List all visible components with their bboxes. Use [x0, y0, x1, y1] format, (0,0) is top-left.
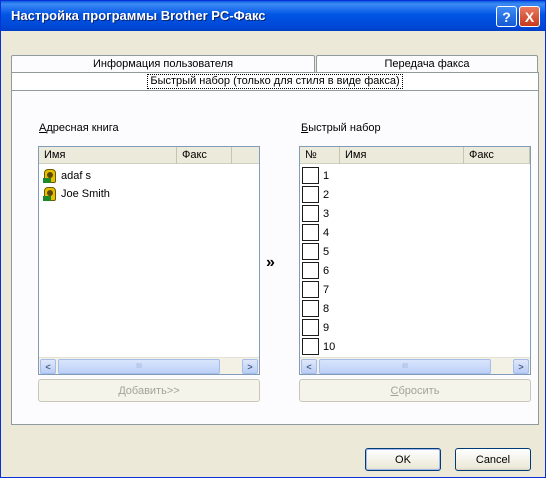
close-button[interactable]: X	[519, 6, 540, 27]
ok-button[interactable]: OK	[365, 448, 441, 471]
checkbox[interactable]	[302, 338, 319, 355]
contact-name: Joe Smith	[61, 188, 110, 200]
tab-user-info[interactable]: Информация пользователя	[11, 55, 315, 72]
tab-speed-dial-label: Быстрый набор (только для стиля в виде ф…	[147, 74, 403, 89]
scroll-left-icon[interactable]: <	[40, 359, 56, 374]
close-icon: X	[524, 8, 535, 25]
speed-dial-header: № Имя Факс	[300, 147, 530, 164]
column-header-fax[interactable]: Факс	[464, 147, 530, 164]
checkbox[interactable]	[302, 205, 319, 222]
contact-icon	[43, 168, 57, 184]
speed-dial-row[interactable]: 8	[302, 299, 329, 318]
speed-dial-row[interactable]: 3	[302, 204, 329, 223]
speed-dial-row[interactable]: 1	[302, 166, 329, 185]
tab-fax-send-label: Передача факса	[384, 58, 470, 70]
dialog-window: Настройка программы Brother PC-Факс ? X …	[0, 0, 546, 478]
scroll-thumb[interactable]: III	[319, 359, 491, 374]
address-book-label: Адресная книга	[39, 122, 119, 134]
help-icon: ?	[502, 8, 511, 25]
address-book-list[interactable]: Имя Факс adaf s Joe Smith < III >	[38, 146, 260, 375]
contact-icon	[43, 186, 57, 202]
speed-dial-row[interactable]: 2	[302, 185, 329, 204]
scroll-thumb[interactable]: III	[58, 359, 220, 374]
speed-dial-row[interactable]: 6	[302, 261, 329, 280]
checkbox[interactable]	[302, 281, 319, 298]
move-right-icon: »	[266, 254, 275, 271]
address-book-hscrollbar[interactable]: < III >	[39, 357, 259, 374]
window-title: Настройка программы Brother PC-Факс	[11, 8, 266, 23]
checkbox[interactable]	[302, 167, 319, 184]
add-button[interactable]: Добавить>>	[38, 379, 260, 402]
speed-dial-row[interactable]: 4	[302, 223, 329, 242]
checkbox[interactable]	[302, 262, 319, 279]
tab-panel: Адресная книга Имя Факс adaf s Joe Smith…	[11, 90, 539, 425]
checkbox[interactable]	[302, 319, 319, 336]
speed-dial-row[interactable]: 9	[302, 318, 329, 337]
list-item[interactable]: Joe Smith	[43, 185, 110, 203]
column-header-name[interactable]: Имя	[39, 147, 177, 164]
scroll-right-icon[interactable]: >	[242, 359, 258, 374]
speed-dial-row[interactable]: 10	[302, 337, 335, 356]
tab-user-info-label: Информация пользователя	[92, 58, 234, 70]
speed-dial-row[interactable]: 7	[302, 280, 329, 299]
speed-dial-row[interactable]: 5	[302, 242, 329, 261]
scroll-right-icon[interactable]: >	[513, 359, 529, 374]
reset-button[interactable]: Сбросить	[299, 379, 531, 402]
help-button[interactable]: ?	[496, 6, 517, 27]
speed-dial-list[interactable]: № Имя Факс 1 2 3 4 5 6 7 8 9 10 < III >	[299, 146, 531, 375]
title-bar[interactable]: Настройка программы Brother PC-Факс ? X	[1, 1, 545, 31]
checkbox[interactable]	[302, 186, 319, 203]
checkbox[interactable]	[302, 300, 319, 317]
speed-dial-label: Быстрый набор	[301, 122, 381, 134]
checkbox[interactable]	[302, 224, 319, 241]
column-header-fax[interactable]: Факс	[177, 147, 232, 164]
speed-dial-hscrollbar[interactable]: < III >	[300, 357, 530, 374]
checkbox[interactable]	[302, 243, 319, 260]
contact-name: adaf s	[61, 170, 91, 182]
address-book-header: Имя Факс	[39, 147, 259, 164]
list-item[interactable]: adaf s	[43, 167, 91, 185]
column-header-name[interactable]: Имя	[340, 147, 464, 164]
scroll-left-icon[interactable]: <	[301, 359, 317, 374]
tab-speed-dial[interactable]: Быстрый набор (только для стиля в виде ф…	[11, 72, 539, 90]
tab-fax-send[interactable]: Передача факса	[316, 55, 538, 72]
column-header-number[interactable]: №	[300, 147, 340, 164]
cancel-button[interactable]: Cancel	[455, 448, 531, 471]
